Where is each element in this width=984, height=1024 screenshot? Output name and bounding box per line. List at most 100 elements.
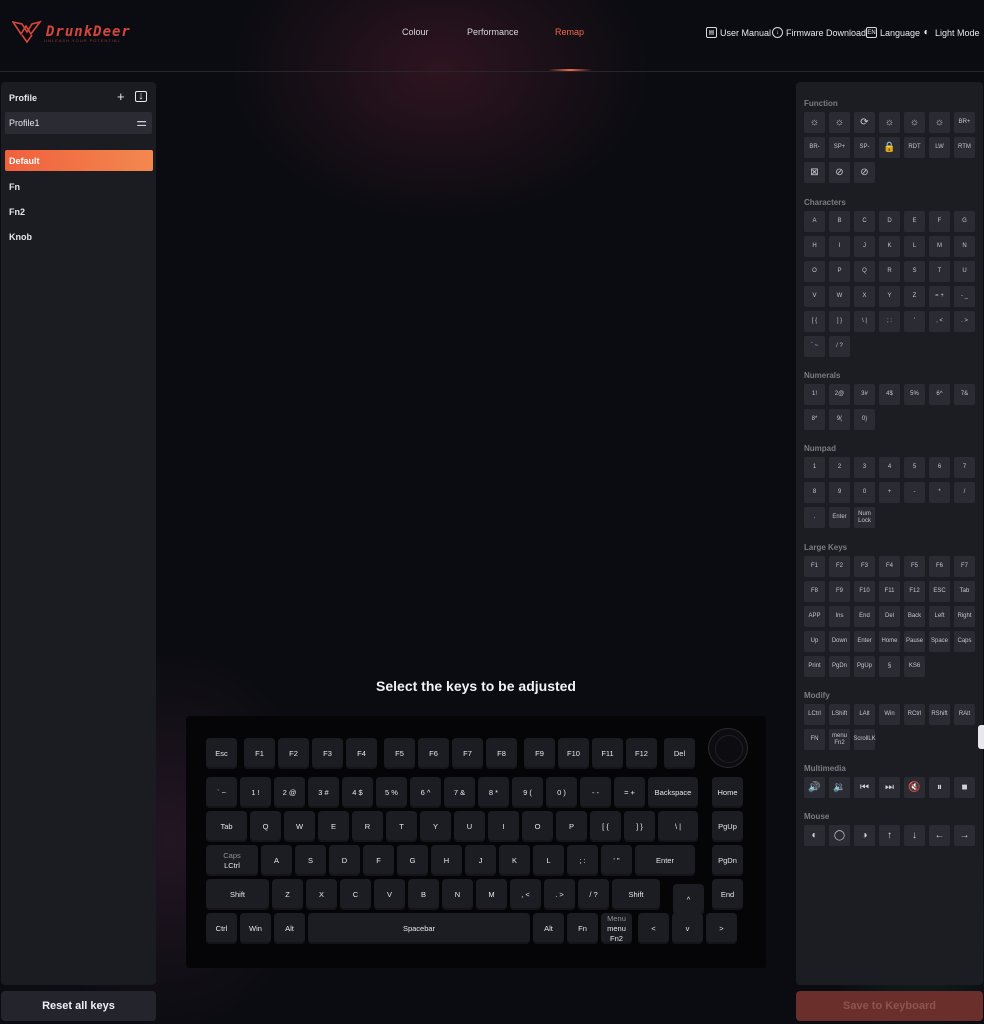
palette-key[interactable]: 9 xyxy=(829,482,850,503)
key[interactable]: Q xyxy=(250,811,281,842)
key[interactable]: 8 * xyxy=(478,777,509,808)
palette-key[interactable]: Tab xyxy=(954,581,975,602)
arrow-left-icon[interactable]: ← xyxy=(929,825,950,846)
key[interactable]: / ? xyxy=(578,879,609,910)
palette-key[interactable]: F xyxy=(929,211,950,232)
previous-track-icon[interactable]: ⏮ xyxy=(854,777,875,798)
key[interactable]: O xyxy=(522,811,553,842)
palette-key[interactable]: SP- xyxy=(854,137,875,158)
add-profile-icon[interactable]: + xyxy=(117,90,125,103)
palette-key[interactable]: \ | xyxy=(854,311,875,332)
palette-key[interactable]: T xyxy=(929,261,950,282)
palette-key[interactable]: 0) xyxy=(854,409,875,430)
palette-key[interactable]: . > xyxy=(954,311,975,332)
key[interactable]: 5 % xyxy=(376,777,407,808)
mouse-left-icon[interactable]: ◐ xyxy=(804,825,825,846)
language-link[interactable]: EN Language xyxy=(866,27,920,38)
palette-key[interactable]: ; : xyxy=(879,311,900,332)
key[interactable]: 6 ^ xyxy=(410,777,441,808)
palette-key[interactable]: Back xyxy=(904,606,925,627)
key[interactable]: F xyxy=(363,845,394,876)
layer-fn[interactable]: Fn xyxy=(5,176,153,197)
palette-key[interactable]: F2 xyxy=(829,556,850,577)
key[interactable]: = + xyxy=(614,777,645,808)
palette-key[interactable]: Left xyxy=(929,606,950,627)
brightness-icon[interactable]: ☼ xyxy=(804,112,825,133)
layer-knob[interactable]: Knob xyxy=(5,226,153,247)
palette-key[interactable]: L xyxy=(904,236,925,257)
palette-key[interactable]: ` ~ xyxy=(804,336,825,357)
palette-key[interactable]: S xyxy=(904,261,925,282)
palette-key[interactable]: Y xyxy=(879,286,900,307)
key[interactable]: X xyxy=(306,879,337,910)
palette-key[interactable]: 7 xyxy=(954,457,975,478)
key[interactable]: D xyxy=(329,845,360,876)
palette-key[interactable]: D xyxy=(879,211,900,232)
key[interactable]: < xyxy=(638,913,669,944)
palette-key[interactable]: F11 xyxy=(879,581,900,602)
compass-icon[interactable]: ⊘ xyxy=(854,162,875,183)
palette-key[interactable]: 2 xyxy=(829,457,850,478)
key[interactable]: 1 ! xyxy=(240,777,271,808)
key[interactable]: 4 $ xyxy=(342,777,373,808)
palette-key[interactable]: SP+ xyxy=(829,137,850,158)
palette-key[interactable]: 2@ xyxy=(829,384,850,405)
palette-key[interactable]: KS6 xyxy=(904,656,925,677)
key[interactable]: ' " xyxy=(601,845,632,876)
palette-key[interactable]: , < xyxy=(929,311,950,332)
palette-key[interactable]: RDT xyxy=(904,137,925,158)
palette-key[interactable]: ScrollLK xyxy=(853,729,876,750)
palette-key[interactable]: . xyxy=(804,507,825,528)
key[interactable]: Y xyxy=(420,811,451,842)
palette-key[interactable]: Print xyxy=(804,656,825,677)
palette-key[interactable]: F3 xyxy=(854,556,875,577)
palette-key[interactable]: F1 xyxy=(804,556,825,577)
key[interactable]: Shift xyxy=(612,879,660,910)
import-profile-icon[interactable]: ↓ xyxy=(135,91,147,102)
palette-key[interactable]: Z xyxy=(904,286,925,307)
key[interactable]: F1 xyxy=(244,738,275,769)
palette-key[interactable]: F6 xyxy=(929,556,950,577)
palette-key[interactable]: ] } xyxy=(829,311,850,332)
palette-key[interactable]: ESC xyxy=(929,581,950,602)
mouse-right-icon[interactable]: ◑ xyxy=(854,825,875,846)
palette-key[interactable]: / xyxy=(954,482,975,503)
key[interactable]: 2 @ xyxy=(274,777,305,808)
palette-key[interactable]: N xyxy=(954,236,975,257)
palette-key[interactable]: Down xyxy=(829,631,850,652)
palette-key[interactable]: 3 xyxy=(854,457,875,478)
palette-key[interactable]: Right xyxy=(954,606,975,627)
palette-key[interactable]: 1! xyxy=(804,384,825,405)
palette-key[interactable]: / ? xyxy=(829,336,850,357)
palette-key[interactable]: 3# xyxy=(854,384,875,405)
palette-key[interactable]: Caps xyxy=(954,631,975,652)
key[interactable]: L xyxy=(533,845,564,876)
palette-key[interactable]: PgDn xyxy=(829,656,850,677)
palette-key[interactable]: APP xyxy=(804,606,825,627)
side-tab[interactable] xyxy=(978,725,984,749)
key[interactable]: 0 ) xyxy=(546,777,577,808)
palette-key[interactable]: J xyxy=(854,236,875,257)
palette-key[interactable]: 1 xyxy=(804,457,825,478)
palette-key[interactable]: C xyxy=(854,211,875,232)
key[interactable]: M xyxy=(476,879,507,910)
key[interactable]: J xyxy=(465,845,496,876)
palette-key[interactable]: B xyxy=(829,211,850,232)
knob[interactable] xyxy=(708,728,748,768)
palette-key[interactable]: Ins xyxy=(829,606,850,627)
palette-key[interactable]: Home xyxy=(879,631,900,652)
key[interactable]: F9 xyxy=(524,738,555,769)
key[interactable]: F12 xyxy=(626,738,657,769)
nav-performance[interactable]: Performance xyxy=(467,27,519,37)
volume-up-icon[interactable]: 🔊 xyxy=(804,777,825,798)
stop-icon[interactable]: ■ xyxy=(954,777,975,798)
key[interactable]: F2 xyxy=(278,738,309,769)
key[interactable]: Menu menu Fn2 xyxy=(601,913,632,944)
key[interactable]: U xyxy=(454,811,485,842)
user-manual-link[interactable]: ▤ User Manual xyxy=(706,27,771,38)
key[interactable]: Caps LCtrl xyxy=(206,845,258,876)
key[interactable]: F3 xyxy=(312,738,343,769)
save-to-keyboard-button[interactable]: Save to Keyboard xyxy=(796,991,983,1021)
palette-key[interactable]: LShift xyxy=(829,704,850,725)
key[interactable]: Home xyxy=(712,777,743,808)
